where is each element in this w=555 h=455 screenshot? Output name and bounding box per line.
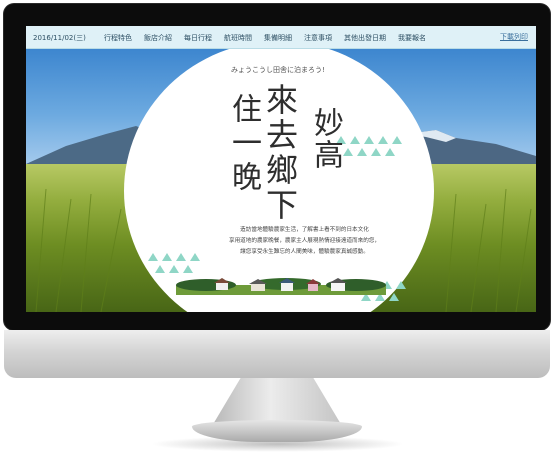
hero-description: 造訪當地體驗農家生活，了解書上看不到的日本文化 享用道地的農家晚餐，農家主人展現… [197, 225, 412, 258]
top-navbar: 2016/11/02(三) 行程特色 飯店介紹 每日行程 航班時間 集備明細 注… [26, 26, 536, 49]
hero-main-title: 來去鄉下 [261, 83, 299, 223]
monitor-stand [212, 378, 342, 426]
monitor-chin [4, 330, 550, 378]
hero-stay-title: 住一晚 [226, 93, 261, 195]
nav-item-features[interactable]: 行程特色 [104, 33, 132, 43]
hero-tagline: みょうこうし田舎に泊まろう! [231, 66, 325, 74]
description-line-3: 讓您享受永生難忘的人間美味，體驗農家真誠感動。 [240, 249, 369, 255]
triangle-pattern-top [336, 136, 402, 156]
monitor-bezel: 2016/11/02(三) 行程特色 飯店介紹 每日行程 航班時間 集備明細 注… [4, 4, 550, 330]
nav-item-hotel[interactable]: 飯店介紹 [144, 33, 172, 43]
nav-item-notes[interactable]: 注意事項 [304, 33, 332, 43]
description-line-2: 享用道地的農家晚餐，農家主人展現熱情迎接遠道而來的您， [228, 238, 381, 244]
nav-item-details[interactable]: 集備明細 [264, 33, 292, 43]
nav-menu: 行程特色 飯店介紹 每日行程 航班時間 集備明細 注意事項 其他出發日期 我要報… [104, 33, 426, 43]
village-illustration [176, 278, 386, 295]
nav-item-itinerary[interactable]: 每日行程 [184, 33, 212, 43]
hero-place-title: 妙高 [308, 107, 343, 171]
nav-date: 2016/11/02(三) [33, 34, 86, 42]
nav-item-flights[interactable]: 航班時間 [224, 33, 252, 43]
hero-banner: みょうこうし田舎に泊まろう! 妙高 來去鄉下 住一晚 造訪當地體驗農家生活，了解… [26, 49, 536, 312]
nav-item-signup[interactable]: 我要報名 [398, 33, 426, 43]
screen: 2016/11/02(三) 行程特色 飯店介紹 每日行程 航班時間 集備明細 注… [26, 26, 536, 312]
description-line-1: 造訪當地體驗農家生活，了解書上看不到的日本文化 [240, 227, 369, 233]
download-print-link[interactable]: 下載列印 [500, 32, 528, 42]
nav-item-other-dates[interactable]: 其他出發日期 [344, 33, 386, 43]
